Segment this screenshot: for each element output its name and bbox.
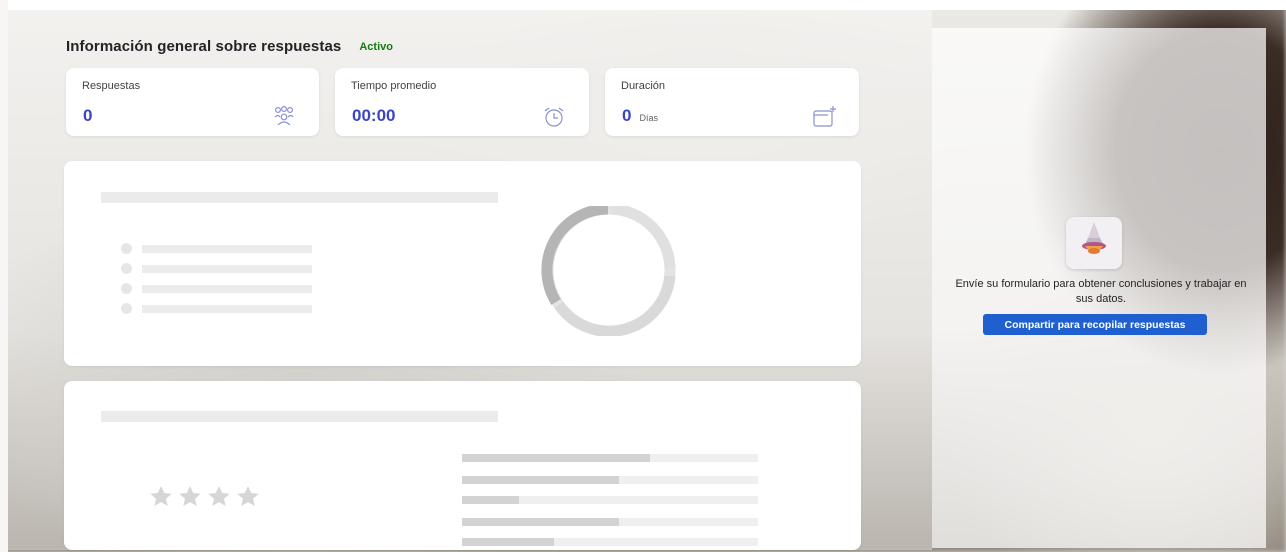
- star-icon: [150, 486, 172, 506]
- alarm-clock-icon: [544, 107, 564, 127]
- average-time-value-row: 00:00: [352, 106, 395, 126]
- skeleton-legend-line: [142, 285, 312, 293]
- calendar-add-icon: [813, 106, 836, 127]
- duration-unit: Días: [639, 113, 658, 123]
- skeleton-legend-line: [142, 305, 312, 313]
- average-time-label: Tiempo promedio: [351, 80, 437, 92]
- rating-summary-placeholder: [64, 381, 861, 550]
- people-icon: [274, 105, 294, 126]
- page-title: Información general sobre respuestas: [66, 38, 342, 55]
- duration-value: 0: [622, 106, 632, 125]
- responses-label: Respuestas: [82, 80, 141, 92]
- skeleton-star-rating: [149, 485, 260, 508]
- skeleton-donut-chart: [541, 206, 676, 336]
- skeleton-bar-fill: [462, 538, 554, 546]
- average-time-value: 00:00: [352, 106, 396, 125]
- skeleton-legend-dot: [121, 263, 132, 274]
- average-time-card: Tiempo promedio 00:00: [335, 68, 589, 136]
- skeleton-legend-dot: [121, 243, 132, 254]
- left-edge: [0, 0, 8, 552]
- star-icon: [208, 486, 230, 506]
- skeleton-bar-fill: [462, 476, 619, 484]
- top-bar: [0, 0, 1286, 10]
- responses-value-row: 0: [83, 106, 92, 126]
- star-icon: [179, 486, 201, 506]
- skeleton-legend-dot: [121, 303, 132, 314]
- skeleton-bar-fill: [462, 518, 619, 526]
- skeleton-legend-line: [142, 245, 312, 253]
- skeleton-title: [101, 411, 498, 422]
- skeleton-legend-line: [142, 265, 312, 273]
- donut-segment-a: [611, 206, 676, 269]
- skeleton-bar-fill: [462, 454, 650, 462]
- forms-share-icon: [1066, 217, 1122, 269]
- status-badge: Activo: [359, 40, 393, 53]
- question-summary-placeholder: [64, 161, 861, 366]
- skeleton-bar-fill: [462, 496, 519, 504]
- overview-header: Información general sobre respuestas Act…: [66, 38, 393, 55]
- duration-label: Duración: [621, 80, 666, 92]
- star-icon: [237, 486, 259, 506]
- share-description: Envíe su formulario para obtener conclus…: [955, 278, 1247, 305]
- responses-card: Respuestas 0: [66, 68, 319, 136]
- duration-card: Duración 0 Días: [605, 68, 859, 136]
- duration-value-row: 0 Días: [622, 106, 658, 126]
- skeleton-title: [101, 192, 498, 203]
- share-to-collect-button[interactable]: Compartir para recopilar respuestas: [983, 314, 1207, 335]
- skeleton-legend-dot: [121, 283, 132, 294]
- responses-value: 0: [83, 106, 93, 125]
